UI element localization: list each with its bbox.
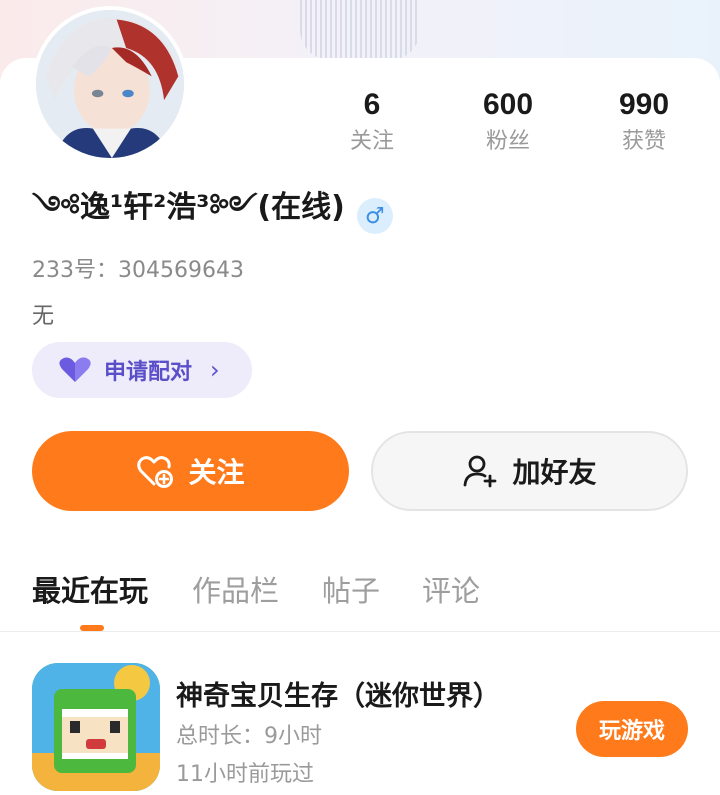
username: ༺逸¹轩²浩³༻(在线) — [32, 190, 345, 225]
game-icon[interactable] — [32, 663, 160, 791]
header-decoration — [300, 0, 420, 60]
username-row: ༺逸¹轩²浩³༻(在线) ♂ — [32, 190, 393, 236]
tab-comments[interactable]: 评论 — [422, 568, 480, 610]
following-count: 6 — [363, 88, 381, 121]
heart-plus-icon — [137, 456, 174, 488]
male-gender-icon: ♂ — [356, 198, 393, 234]
follow-button[interactable]: 关注 — [32, 431, 349, 511]
following-label: 关注 — [349, 129, 394, 154]
user-id[interactable]: 233号：304569643 — [32, 252, 244, 284]
followers-count: 600 — [482, 88, 534, 121]
stat-following[interactable]: 6 关注 — [312, 88, 432, 156]
request-pair-button[interactable]: 申请配对 › — [32, 342, 252, 398]
add-friend-label: 加好友 — [512, 456, 597, 489]
avatar-image — [36, 10, 184, 158]
game-duration: 总时长：9小时 — [176, 724, 322, 749]
game-last-played: 11小时前玩过 — [176, 762, 314, 787]
likes-count: 990 — [618, 88, 670, 121]
follow-label: 关注 — [188, 456, 245, 489]
stat-followers[interactable]: 600 粉丝 — [448, 88, 568, 156]
heart-icon — [59, 357, 91, 382]
tab-works[interactable]: 作品栏 — [192, 568, 279, 610]
followers-label: 粉丝 — [485, 129, 530, 154]
chevron-right-icon: › — [210, 356, 220, 384]
add-friend-button[interactable]: 加好友 — [371, 431, 688, 511]
play-game-button[interactable]: 玩游戏 — [576, 701, 688, 757]
tabs-divider — [0, 631, 720, 632]
game-title[interactable]: 神奇宝贝生存（迷你世界） — [176, 674, 500, 713]
request-pair-label: 申请配对 — [104, 360, 193, 385]
game-cover-image — [32, 663, 160, 791]
stat-likes[interactable]: 990 获赞 — [584, 88, 704, 156]
tab-recently-played[interactable]: 最近在玩 — [32, 568, 148, 610]
add-user-icon — [464, 455, 497, 488]
user-bio: 无 — [32, 304, 55, 329]
avatar[interactable] — [32, 6, 188, 162]
tab-posts[interactable]: 帖子 — [322, 568, 380, 610]
likes-label: 获赞 — [621, 129, 666, 154]
